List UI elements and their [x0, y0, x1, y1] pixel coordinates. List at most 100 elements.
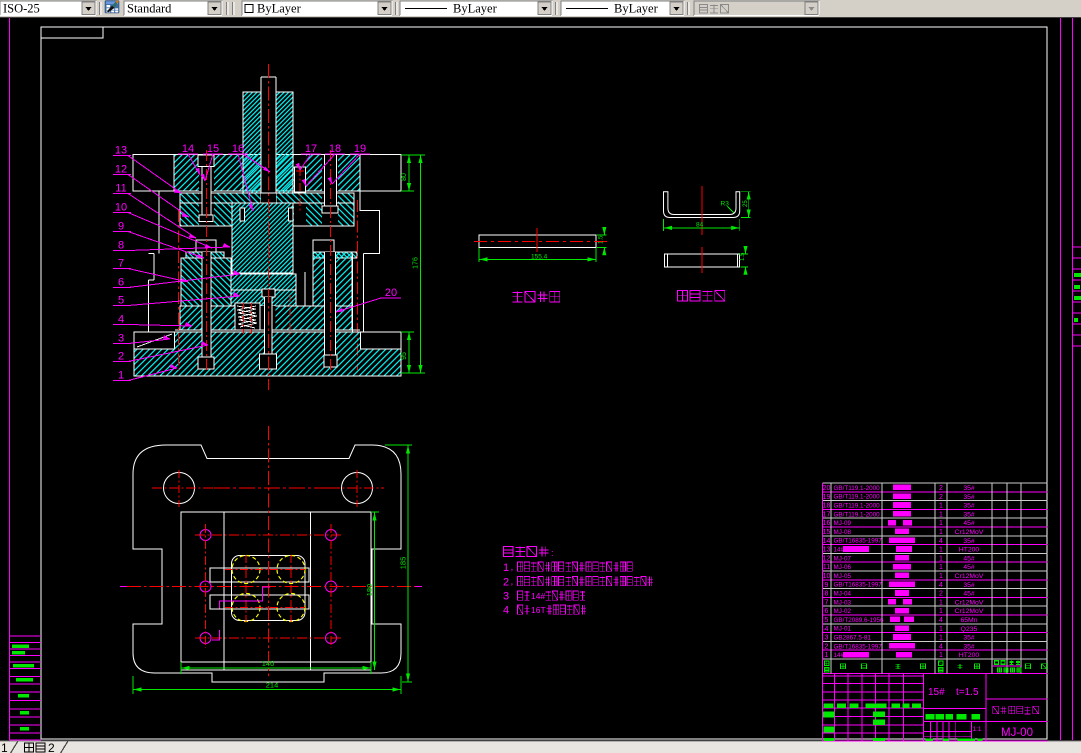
- svg-text:15: 15: [207, 143, 219, 155]
- svg-text:GB/T119.1-2000: GB/T119.1-2000: [834, 503, 881, 510]
- svg-text:35#: 35#: [963, 635, 975, 642]
- svg-text:GB2867.5-81: GB2867.5-81: [834, 635, 872, 642]
- svg-text:HT200: HT200: [959, 547, 980, 554]
- svg-text:4: 4: [825, 626, 829, 633]
- svg-text:HT200: HT200: [959, 652, 980, 659]
- svg-text:GB/T2089.6-1956: GB/T2089.6-1956: [834, 617, 885, 624]
- svg-text:ByLayer: ByLayer: [614, 2, 659, 16]
- svg-text:Cr12MoV: Cr12MoV: [955, 573, 984, 580]
- svg-text:4: 4: [939, 617, 943, 624]
- svg-text:8: 8: [118, 240, 124, 252]
- svg-text:MJ-04: MJ-04: [834, 591, 852, 598]
- svg-text:1.5: 1.5: [599, 235, 605, 244]
- svg-text:,: ,: [511, 562, 514, 573]
- svg-text:12: 12: [115, 164, 127, 176]
- svg-text:3: 3: [118, 333, 124, 345]
- svg-text:10: 10: [115, 202, 127, 214]
- svg-text:Cr12MoV: Cr12MoV: [955, 529, 984, 536]
- svg-text:176: 176: [413, 257, 420, 269]
- svg-text:35#: 35#: [963, 494, 975, 501]
- svg-text:1: 1: [503, 562, 509, 574]
- svg-text:ByLayer: ByLayer: [257, 2, 302, 16]
- svg-text:15: 15: [823, 529, 831, 536]
- svg-text:10: 10: [823, 573, 831, 580]
- svg-text:45#: 45#: [963, 591, 975, 598]
- svg-text:2: 2: [118, 351, 124, 363]
- svg-text:13: 13: [115, 145, 127, 157]
- svg-text:1: 1: [939, 635, 943, 642]
- svg-text:MJ-07: MJ-07: [834, 555, 852, 562]
- svg-text:16: 16: [823, 520, 831, 527]
- svg-text:95: 95: [401, 352, 408, 360]
- svg-text:2: 2: [48, 741, 55, 753]
- svg-text:35#: 35#: [963, 538, 975, 545]
- svg-text:1: 1: [939, 529, 943, 536]
- svg-text:65Mn: 65Mn: [960, 617, 977, 624]
- svg-text:1: 1: [939, 573, 943, 580]
- svg-text:1: 1: [939, 626, 943, 633]
- svg-text:17: 17: [823, 511, 831, 518]
- svg-text:GB/T16835-1997: GB/T16835-1997: [834, 538, 883, 545]
- svg-text:84: 84: [696, 222, 704, 229]
- svg-text:GB/T16835-1997: GB/T16835-1997: [834, 643, 883, 650]
- svg-text:MJ-08: MJ-08: [834, 529, 852, 536]
- svg-text:MJ-03: MJ-03: [834, 599, 852, 606]
- svg-text:11: 11: [115, 183, 126, 195]
- svg-text:19: 19: [354, 143, 366, 155]
- svg-text:GB/T119.1-2000: GB/T119.1-2000: [834, 485, 881, 492]
- svg-text:1: 1: [825, 652, 829, 659]
- svg-text:2: 2: [825, 643, 829, 650]
- svg-text:13: 13: [823, 547, 831, 554]
- svg-text:11: 11: [823, 564, 830, 571]
- svg-text:Standard: Standard: [127, 2, 172, 16]
- svg-text:4: 4: [939, 538, 943, 545]
- svg-text:35#: 35#: [963, 503, 975, 510]
- svg-text:MJ-00: MJ-00: [1001, 727, 1033, 739]
- svg-text:20: 20: [385, 287, 397, 299]
- svg-text:14#: 14#: [834, 652, 845, 659]
- svg-text:17: 17: [305, 143, 317, 155]
- svg-text:35#: 35#: [963, 485, 975, 492]
- svg-text:1: 1: [939, 520, 943, 527]
- svg-text:2: 2: [939, 485, 943, 492]
- svg-text:35#: 35#: [963, 511, 975, 518]
- svg-text:1.5: 1.5: [740, 252, 746, 261]
- svg-text::: :: [551, 548, 554, 558]
- svg-text:1: 1: [939, 652, 943, 659]
- svg-text:1: 1: [1, 741, 8, 753]
- svg-text:R3: R3: [721, 201, 730, 208]
- svg-text:1: 1: [939, 511, 943, 518]
- svg-text:MJ-02: MJ-02: [834, 608, 852, 615]
- svg-text:140: 140: [262, 659, 275, 668]
- svg-text:ByLayer: ByLayer: [453, 2, 498, 16]
- svg-text:3: 3: [825, 635, 829, 642]
- svg-text:4: 4: [939, 643, 943, 650]
- svg-text:3: 3: [503, 591, 509, 603]
- svg-text:4: 4: [503, 605, 509, 617]
- svg-text:14: 14: [182, 143, 194, 155]
- svg-text:155.4: 155.4: [531, 253, 548, 260]
- svg-text:2: 2: [503, 577, 509, 589]
- svg-text:2: 2: [939, 591, 943, 598]
- svg-text:Cr12MoV: Cr12MoV: [955, 608, 984, 615]
- svg-text:14#: 14#: [531, 591, 545, 601]
- svg-text:180: 180: [365, 584, 374, 597]
- svg-text:14#: 14#: [834, 547, 845, 554]
- svg-text:6: 6: [825, 608, 829, 615]
- svg-text:GB/T119.1-2000: GB/T119.1-2000: [834, 494, 881, 501]
- svg-text:ISO-25: ISO-25: [3, 2, 40, 16]
- svg-text:4: 4: [118, 314, 124, 326]
- svg-text:18: 18: [329, 143, 341, 155]
- svg-text:7: 7: [118, 258, 124, 270]
- svg-text:19: 19: [823, 494, 831, 501]
- svg-text:9: 9: [825, 582, 829, 589]
- svg-text:1: 1: [939, 503, 943, 510]
- svg-text:1: 1: [118, 370, 124, 382]
- svg-text:45#: 45#: [963, 520, 975, 527]
- svg-text:MJ-06: MJ-06: [834, 564, 852, 571]
- svg-text:1: 1: [939, 599, 943, 606]
- svg-text:16T: 16T: [531, 605, 546, 615]
- svg-text:1: 1: [939, 547, 943, 554]
- svg-text:1: 1: [939, 608, 943, 615]
- svg-text:Q235: Q235: [961, 626, 978, 633]
